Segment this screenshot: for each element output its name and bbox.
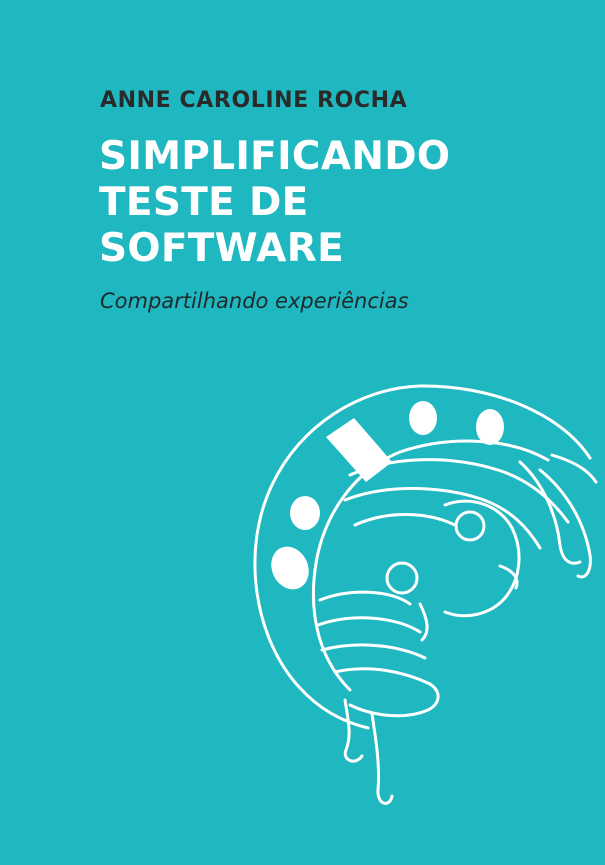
ladybug-outline-icon [253, 384, 598, 805]
book-cover: ANNE CAROLINE ROCHA SIMPLIFICANDO TESTE … [0, 0, 605, 865]
ladybug-spot [409, 401, 437, 435]
ladybug-body-segment [353, 513, 457, 527]
ladybug-mouth [418, 602, 429, 642]
ladybug-shell-outer [253, 384, 592, 730]
ladybug-body-segment [316, 616, 422, 634]
ladybug-spot [476, 409, 504, 445]
ladybug-eye [454, 510, 486, 542]
ladybug-leg [370, 712, 394, 805]
ladybug-eye [385, 561, 419, 595]
ladybug-body-segment [333, 667, 440, 718]
ladybug-body-segment [318, 590, 412, 606]
ladybug-spot [290, 496, 320, 530]
ladybug-shell-inner [311, 439, 550, 692]
ladybug-spot [271, 546, 309, 590]
ladybug-body-segment [320, 643, 427, 660]
